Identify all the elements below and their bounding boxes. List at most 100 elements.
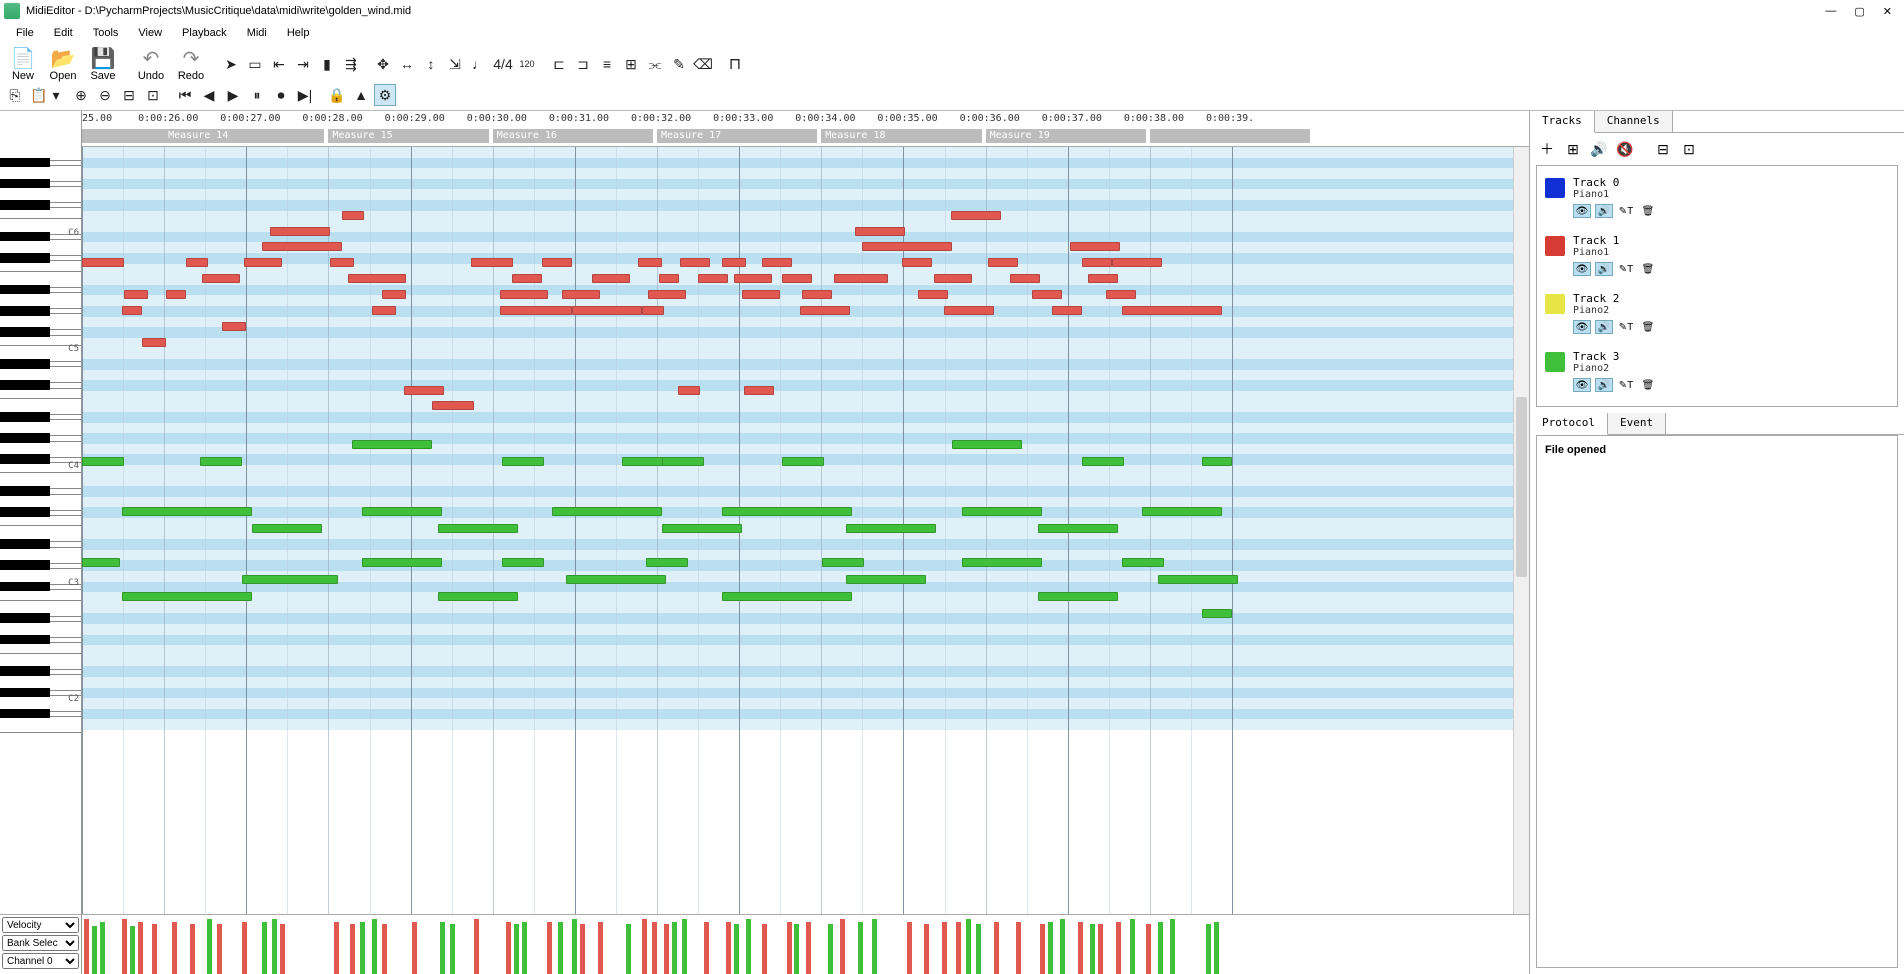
velocity-bar[interactable] <box>217 924 222 974</box>
velocity-bar[interactable] <box>828 924 833 974</box>
paste-icon[interactable]: 📋 <box>28 84 50 106</box>
new-button[interactable]: 📄New <box>4 46 42 82</box>
velocity-bar[interactable] <box>726 922 731 974</box>
velocity-bar[interactable] <box>100 922 105 974</box>
midi-note[interactable] <box>1038 592 1118 601</box>
midi-note[interactable] <box>952 440 1022 449</box>
glue-icon[interactable]: ⫘ <box>644 53 666 75</box>
midi-note[interactable] <box>662 524 742 533</box>
midi-note[interactable] <box>988 258 1018 267</box>
velocity-bar[interactable] <box>598 922 603 974</box>
midi-note[interactable] <box>1202 609 1232 618</box>
velocity-area[interactable] <box>82 915 1529 974</box>
settings-icon[interactable]: ⚙ <box>374 84 396 106</box>
track-visible-icon[interactable]: 👁 <box>1573 204 1591 218</box>
midi-note[interactable] <box>382 290 406 299</box>
zoom-fit-v-icon[interactable]: ⊡ <box>142 84 164 106</box>
midi-note[interactable] <box>1082 258 1112 267</box>
midi-note[interactable] <box>678 386 700 395</box>
velocity-bar[interactable] <box>942 922 947 974</box>
velocity-bar[interactable] <box>1130 919 1135 974</box>
velocity-bar[interactable] <box>956 922 961 974</box>
track-audible-icon[interactable]: 🔊 <box>1595 262 1613 276</box>
velocity-bar[interactable] <box>704 922 709 974</box>
track-delete-icon[interactable]: 🗑 <box>1639 320 1657 334</box>
track-delete-icon[interactable]: 🗑 <box>1639 262 1657 276</box>
velocity-bar[interactable] <box>672 922 677 974</box>
equalize-icon[interactable]: ≡ <box>596 53 618 75</box>
midi-note[interactable] <box>352 440 432 449</box>
velocity-bar[interactable] <box>1116 922 1121 974</box>
midi-note[interactable] <box>962 507 1042 516</box>
velocity-bar[interactable] <box>1206 924 1211 974</box>
velocity-bar[interactable] <box>440 922 445 974</box>
track-audible-icon[interactable]: 🔊 <box>1595 320 1613 334</box>
midi-note[interactable] <box>1202 457 1232 466</box>
midi-note[interactable] <box>1052 306 1082 315</box>
track-visible-icon[interactable]: 👁 <box>1573 262 1591 276</box>
midi-note[interactable] <box>1032 290 1062 299</box>
midi-note[interactable] <box>500 306 572 315</box>
midi-note[interactable] <box>166 290 186 299</box>
midi-note[interactable] <box>855 227 905 236</box>
track-delete-icon[interactable]: 🗑 <box>1639 378 1657 392</box>
midi-note[interactable] <box>438 592 518 601</box>
midi-note[interactable] <box>362 558 442 567</box>
time-ruler[interactable]: 25.000:00:26.000:00:27.000:00:28.000:00:… <box>82 111 1529 147</box>
midi-note[interactable] <box>662 457 704 466</box>
velocity-bar[interactable] <box>1098 924 1103 974</box>
track-rename-icon[interactable]: ✎T <box>1617 262 1635 276</box>
midi-note[interactable] <box>270 227 330 236</box>
midi-note[interactable] <box>1158 575 1238 584</box>
midi-note[interactable] <box>659 274 679 283</box>
tab-event[interactable]: Event <box>1608 413 1666 434</box>
lock-icon[interactable]: 🔒 <box>326 84 348 106</box>
velocity-bar[interactable] <box>872 919 877 974</box>
midi-note[interactable] <box>782 457 824 466</box>
velocity-bar[interactable] <box>1158 922 1163 974</box>
select-left-icon[interactable]: ⇤ <box>268 53 290 75</box>
zoom-in-icon[interactable]: ⊕ <box>70 84 92 106</box>
midi-note[interactable] <box>82 457 124 466</box>
midi-note[interactable] <box>244 258 282 267</box>
track-visible-icon[interactable]: 👁 <box>1573 378 1591 392</box>
pause-icon[interactable]: ⏸ <box>246 84 268 106</box>
midi-note[interactable] <box>592 274 630 283</box>
midi-note[interactable] <box>646 558 688 567</box>
metronome2-icon[interactable]: ▲ <box>350 84 372 106</box>
menu-tools[interactable]: Tools <box>83 25 129 41</box>
track-visible-icon[interactable]: 👁 <box>1573 320 1591 334</box>
midi-note[interactable] <box>222 322 246 331</box>
velocity-bar[interactable] <box>558 922 563 974</box>
velocity-select[interactable]: Velocity <box>2 917 79 933</box>
copy-icon[interactable]: ⎘ <box>4 84 26 106</box>
velocity-bar[interactable] <box>580 924 585 974</box>
velocity-bar[interactable] <box>762 924 767 974</box>
select-rect-icon[interactable]: ▭ <box>244 53 266 75</box>
velocity-bar[interactable] <box>382 924 387 974</box>
velocity-bar[interactable] <box>412 922 417 974</box>
all-visible-icon[interactable]: ⊞ <box>1562 139 1584 159</box>
velocity-bar[interactable] <box>642 919 647 974</box>
midi-note[interactable] <box>82 258 124 267</box>
midi-note[interactable] <box>1106 290 1136 299</box>
select-multi-icon[interactable]: ⇶ <box>340 53 362 75</box>
move-icon[interactable]: ✥ <box>372 53 394 75</box>
undo-button[interactable]: ↶Undo <box>132 46 170 82</box>
channel-select[interactable]: Channel 0 <box>2 953 79 969</box>
menu-midi[interactable]: Midi <box>237 25 277 41</box>
midi-note[interactable] <box>404 386 444 395</box>
midi-note[interactable] <box>500 290 548 299</box>
velocity-bar[interactable] <box>190 924 195 974</box>
velocity-bar[interactable] <box>806 922 811 974</box>
midi-note[interactable] <box>1038 524 1118 533</box>
midi-note[interactable] <box>800 306 850 315</box>
midi-note[interactable] <box>846 575 926 584</box>
midi-note[interactable] <box>802 290 832 299</box>
pointer-tool-icon[interactable]: ➤ <box>220 53 242 75</box>
midi-note[interactable] <box>862 242 952 251</box>
midi-note[interactable] <box>846 524 936 533</box>
velocity-bar[interactable] <box>840 919 845 974</box>
record-icon[interactable]: ⏺ <box>270 84 292 106</box>
velocity-bar[interactable] <box>794 924 799 974</box>
